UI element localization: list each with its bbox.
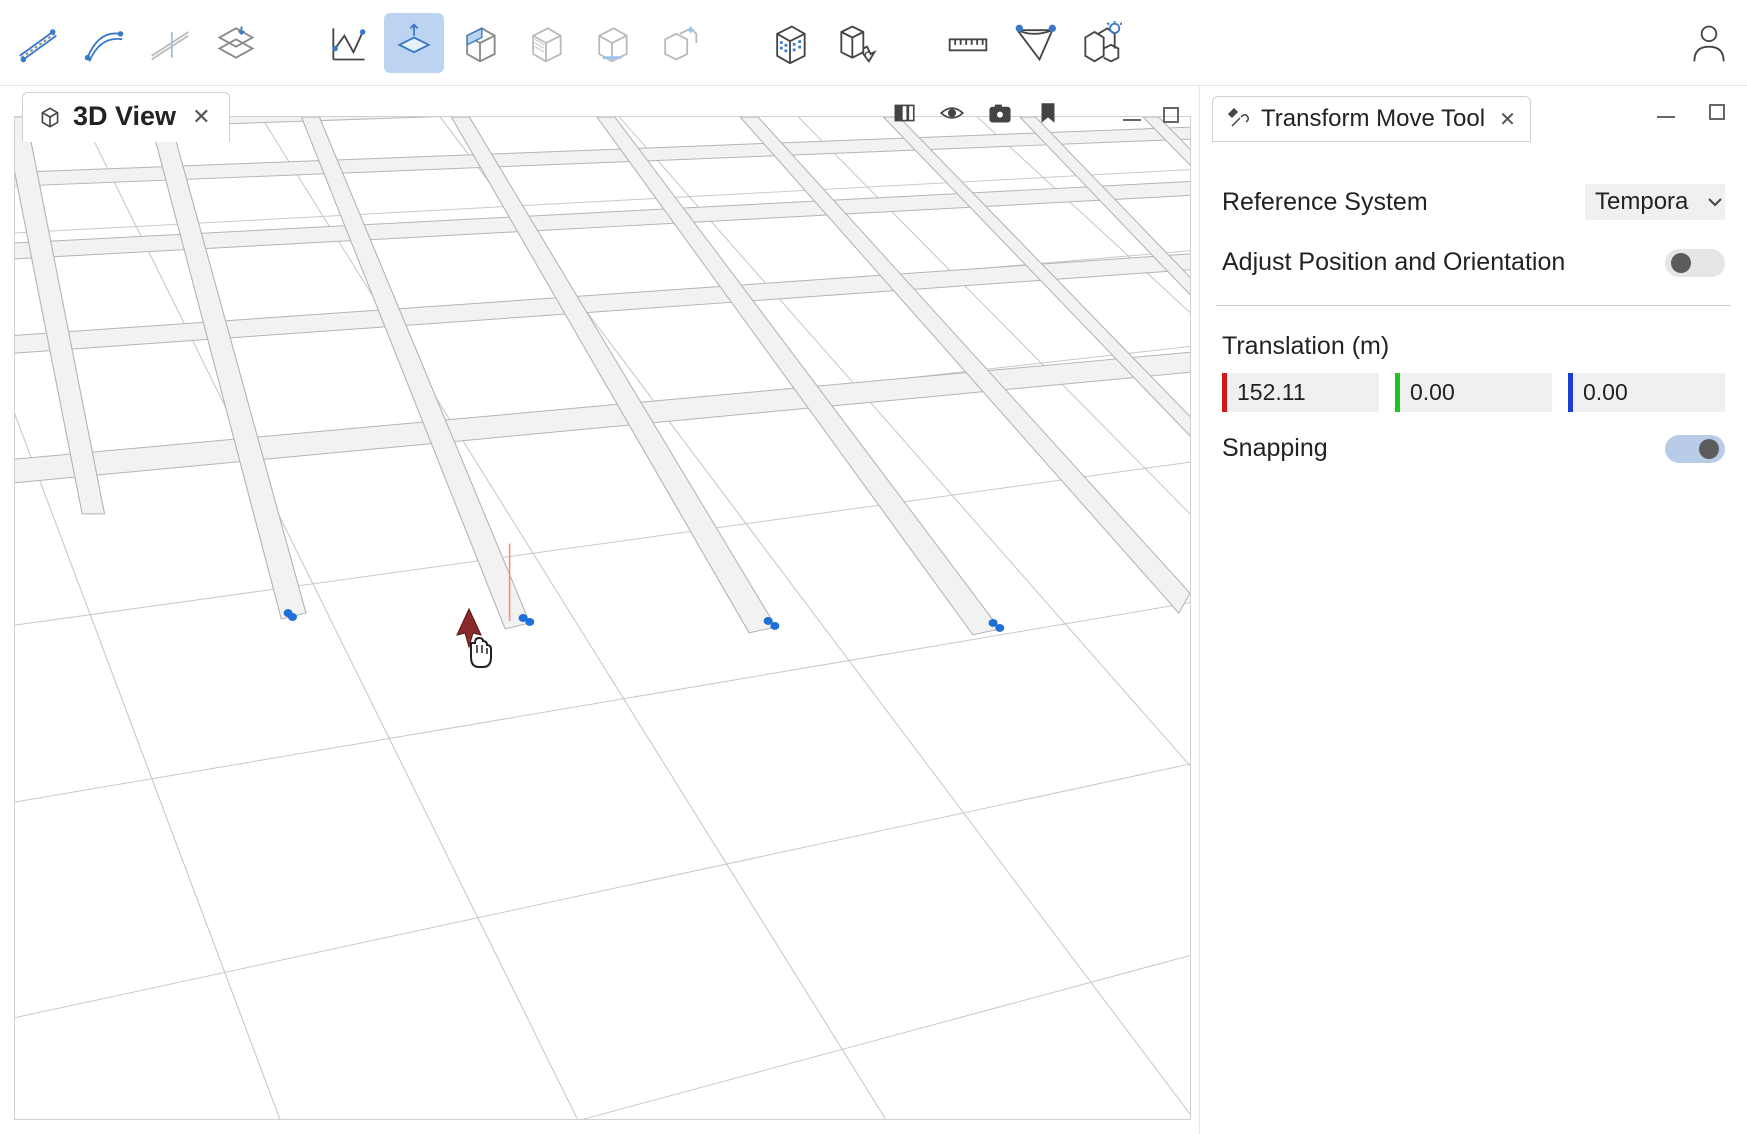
translation-x-input[interactable]: 152.11 [1222, 373, 1379, 412]
translation-label: Translation (m) [1216, 314, 1731, 373]
view-tab-3d[interactable]: 3D View ✕ [22, 92, 230, 142]
tool-grid-building[interactable] [760, 13, 820, 73]
tool-view-cone[interactable] [1004, 13, 1064, 73]
tool-curved-road[interactable] [74, 13, 134, 73]
view-tab-title: 3D View [73, 101, 176, 132]
main-toolbar [0, 0, 1747, 86]
translation-z-value: 0.00 [1573, 373, 1725, 412]
transform-panel: Transform Move Tool ✕ Reference System T… [1199, 86, 1747, 1134]
viewport-3d[interactable] [14, 116, 1191, 1120]
reference-system-select[interactable]: Tempora [1585, 184, 1725, 220]
minimize-icon[interactable] [1657, 116, 1675, 118]
camera-icon[interactable] [987, 100, 1013, 129]
maximize-icon[interactable] [1163, 107, 1179, 123]
tool-hatch-box[interactable] [516, 13, 576, 73]
close-icon[interactable]: ✕ [1499, 107, 1516, 132]
snapping-toggle[interactable] [1665, 435, 1725, 463]
viewport-scene [15, 117, 1190, 1119]
tool-measure[interactable] [938, 13, 998, 73]
tool-box-section[interactable] [450, 13, 510, 73]
translation-x-value: 152.11 [1227, 373, 1379, 412]
main-area: 3D View ✕ [0, 86, 1747, 1134]
bookmark-icon[interactable] [1035, 100, 1061, 129]
eye-icon[interactable] [939, 100, 965, 129]
translation-y-input[interactable]: 0.00 [1395, 373, 1552, 412]
minimize-icon[interactable] [1123, 119, 1141, 121]
chevron-down-icon [1705, 192, 1725, 212]
tool-city-lights[interactable] [1070, 13, 1130, 73]
tool-extrude-up[interactable] [384, 13, 444, 73]
tool-straight-road[interactable] [8, 13, 68, 73]
translation-inputs: 152.11 0.00 0.00 [1216, 373, 1731, 420]
tool-box-add[interactable] [648, 13, 708, 73]
layers-stack-icon[interactable] [891, 100, 917, 129]
tool-building-select[interactable] [826, 13, 886, 73]
transform-panel-title: Transform Move Tool [1261, 105, 1485, 133]
snapping-label: Snapping [1222, 434, 1328, 463]
reference-system-label: Reference System [1222, 188, 1428, 217]
tools-icon [1227, 107, 1251, 131]
tool-intersection[interactable] [140, 13, 200, 73]
tool-layers[interactable] [206, 13, 266, 73]
translation-z-input[interactable]: 0.00 [1568, 373, 1725, 412]
tool-profile-edit[interactable] [318, 13, 378, 73]
tool-box-down[interactable] [582, 13, 642, 73]
viewport-panel: 3D View ✕ [0, 86, 1199, 1134]
cube-icon [37, 104, 63, 130]
reference-system-value: Tempora [1595, 188, 1688, 216]
translation-y-value: 0.00 [1400, 373, 1552, 412]
viewport-controls [891, 100, 1179, 129]
transform-panel-tab[interactable]: Transform Move Tool ✕ [1212, 96, 1531, 142]
maximize-icon[interactable] [1709, 104, 1725, 120]
tool-user[interactable] [1679, 13, 1739, 73]
adjust-position-label: Adjust Position and Orientation [1222, 248, 1565, 277]
close-icon[interactable]: ✕ [192, 104, 210, 130]
adjust-position-toggle[interactable] [1665, 249, 1725, 277]
